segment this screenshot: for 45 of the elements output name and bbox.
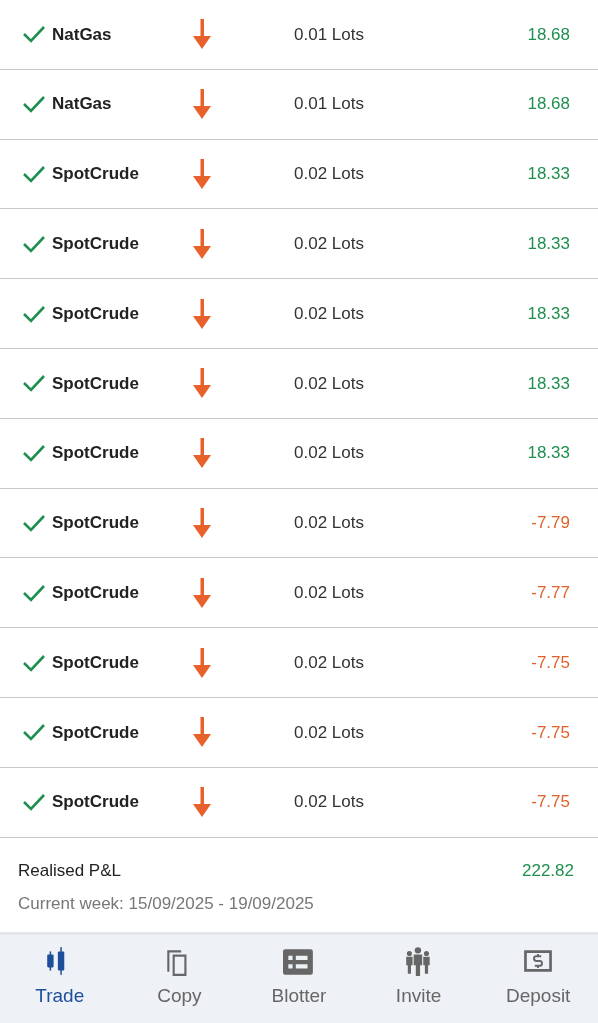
volume-text: 0.01 Lots [294,94,364,114]
nav-tab[interactable]: Copy [119,934,240,1023]
pnl-value: -7.77 [531,582,570,604]
symbol-text: SpotCrude [52,651,139,674]
nav-tab[interactable]: Trade [0,934,120,1023]
period-text: Current week: 15/09/2025 - 19/09/2025 [18,894,314,914]
volume-text: 0.02 Lots [294,792,364,812]
pnl-value: -7.75 [531,721,570,744]
volume-text: 0.02 Lots [294,443,364,463]
nav-tab[interactable]: Blotter [239,934,359,1023]
volume-text: 0.02 Lots [294,583,364,602]
symbol-text: SpotCrude [52,372,139,395]
symbol-text: SpotCrude [52,442,139,465]
pnl-value: 18.33 [527,233,570,256]
pnl-value: 18.33 [527,163,570,186]
volume-text: 0.02 Lots [294,652,364,672]
pnl-value: 18.33 [527,442,570,465]
symbol-text: SpotCrude [52,721,139,744]
symbol-text: SpotCrude [52,233,139,256]
volume-text: 0.02 Lots [294,373,364,393]
symbol-text: NatGas [52,23,112,46]
volume-text: 0.02 Lots [294,303,364,323]
volume-text: 0.02 Lots [294,234,364,254]
nav-tab[interactable]: Deposit [478,934,598,1023]
symbol-text: SpotCrude [52,512,139,535]
symbol-text: SpotCrude [52,582,139,604]
pnl-value: 18.68 [527,23,570,46]
pnl-value: 18.68 [527,93,570,116]
pnl-value: -7.79 [531,512,570,535]
pnl-value: -7.75 [531,651,570,674]
nav-tab[interactable]: Invite [358,934,479,1023]
volume-text: 0.02 Lots [294,513,364,533]
symbol-text: SpotCrude [52,302,139,325]
volume-text: 0.02 Lots [294,164,364,184]
volume-text: 0.02 Lots [294,722,364,742]
symbol-text: SpotCrude [52,791,139,814]
symbol-text: NatGas [52,93,112,116]
symbol-text: SpotCrude [52,163,139,186]
realised-pl-value: 222.82 [522,859,574,882]
pnl-value: -7.75 [531,791,570,814]
volume-text: 0.01 Lots [294,24,364,44]
pnl-value: 18.33 [527,372,570,395]
realised-pl-label: Realised P&L [18,859,121,882]
pnl-value: 18.33 [527,302,570,325]
list-icon [283,946,315,977]
